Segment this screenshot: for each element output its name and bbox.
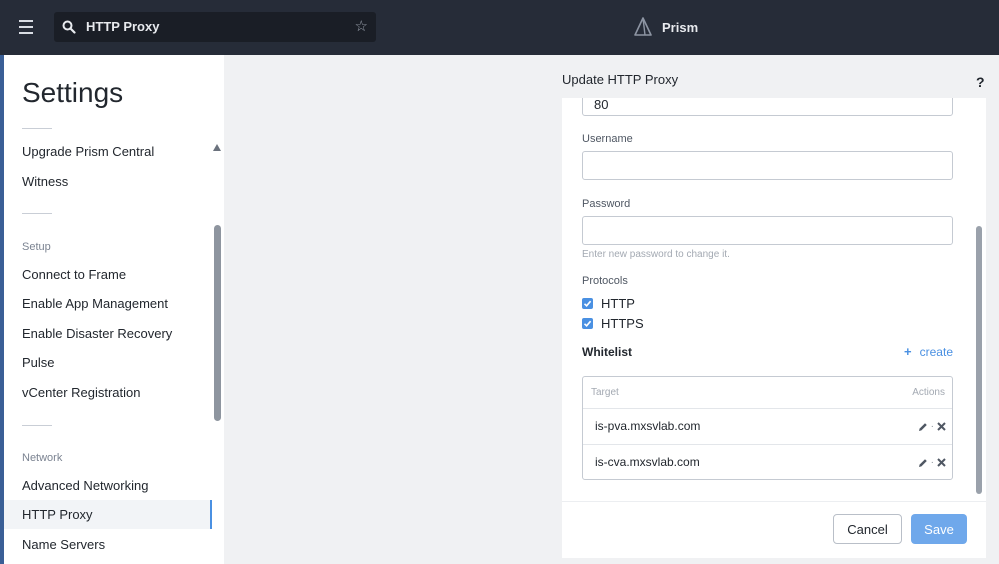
password-label: Password xyxy=(582,198,631,210)
search-bar[interactable]: HTTP Proxy ☆ xyxy=(54,12,376,42)
panel-title: Update HTTP Proxy xyxy=(562,72,679,87)
search-icon xyxy=(62,20,76,34)
row-actions: · xyxy=(918,421,946,432)
brand-name: Prism xyxy=(662,19,699,35)
protocol-https-checkbox[interactable]: HTTPS xyxy=(582,316,644,331)
prism-logo-icon xyxy=(634,17,652,36)
row-actions: · xyxy=(918,457,946,468)
section-heading-network: Network xyxy=(22,452,63,464)
table-row: is-cva.mxsvlab.com · xyxy=(583,444,952,480)
whitelist-target: is-pva.mxsvlab.com xyxy=(595,419,701,433)
scroll-up-arrow-icon[interactable] xyxy=(213,144,221,151)
help-icon[interactable]: ? xyxy=(976,74,985,90)
divider xyxy=(22,128,52,129)
sidebar-item-pulse[interactable]: Pulse xyxy=(22,355,55,370)
table-row: is-pva.mxsvlab.com · xyxy=(583,408,952,444)
edit-pencil-icon[interactable] xyxy=(918,458,928,468)
sidebar-item-advanced-networking[interactable]: Advanced Networking xyxy=(22,478,148,493)
protocol-https-label: HTTPS xyxy=(601,316,644,331)
hamburger-menu-icon[interactable] xyxy=(16,17,38,37)
sidebar-scrollbar[interactable] xyxy=(214,225,221,421)
sidebar-item-connect-to-frame[interactable]: Connect to Frame xyxy=(22,267,126,282)
update-http-proxy-panel: 80 Username Password Enter new password … xyxy=(562,98,986,558)
protocol-http-label: HTTP xyxy=(601,296,635,311)
footer-divider xyxy=(562,501,986,502)
sidebar-item-vcenter-registration[interactable]: vCenter Registration xyxy=(22,385,141,400)
star-icon[interactable]: ☆ xyxy=(355,19,368,34)
column-header-actions: Actions xyxy=(912,387,945,398)
panel-scrollbar[interactable] xyxy=(976,226,982,494)
password-field[interactable] xyxy=(582,216,953,245)
whitelist-title: Whitelist xyxy=(582,345,632,359)
username-field[interactable] xyxy=(582,151,953,180)
plus-icon: + xyxy=(904,344,912,359)
delete-x-icon[interactable] xyxy=(937,422,946,431)
sidebar-item-enable-app-management[interactable]: Enable App Management xyxy=(22,296,168,311)
create-label: create xyxy=(919,345,953,359)
username-label: Username xyxy=(582,133,633,145)
whitelist-target: is-cva.mxsvlab.com xyxy=(595,455,700,469)
separator: · xyxy=(930,457,934,468)
settings-sidebar: Settings Upgrade Prism Central Witness S… xyxy=(4,55,224,564)
divider xyxy=(22,425,52,426)
whitelist-table: Target Actions is-pva.mxsvlab.com · is-c… xyxy=(582,376,953,480)
port-value: 80 xyxy=(594,98,609,112)
section-heading-setup: Setup xyxy=(22,241,51,253)
delete-x-icon[interactable] xyxy=(937,458,946,467)
brand: Prism xyxy=(634,16,698,38)
protocol-http-checkbox[interactable]: HTTP xyxy=(582,296,635,311)
sidebar-item-upgrade-prism-central[interactable]: Upgrade Prism Central xyxy=(22,144,154,159)
sidebar-item-enable-disaster-recovery[interactable]: Enable Disaster Recovery xyxy=(22,326,172,341)
top-navigation-bar: HTTP Proxy ☆ Prism xyxy=(0,0,999,55)
save-button[interactable]: Save xyxy=(911,514,967,544)
search-input[interactable]: HTTP Proxy xyxy=(86,19,159,34)
page-title: Settings xyxy=(22,77,124,108)
edit-pencil-icon[interactable] xyxy=(918,422,928,432)
column-header-target: Target xyxy=(591,387,619,398)
port-field[interactable]: 80 xyxy=(582,98,953,116)
create-whitelist-button[interactable]: + create xyxy=(904,344,953,359)
sidebar-item-name-servers[interactable]: Name Servers xyxy=(22,537,105,552)
checkbox-checked-icon[interactable] xyxy=(582,318,593,329)
divider xyxy=(22,213,52,214)
sidebar-item-witness[interactable]: Witness xyxy=(22,174,68,189)
separator: · xyxy=(930,421,934,432)
protocols-label: Protocols xyxy=(582,275,628,287)
password-hint: Enter new password to change it. xyxy=(582,249,730,260)
sidebar-item-http-proxy[interactable]: HTTP Proxy xyxy=(22,507,93,522)
checkbox-checked-icon[interactable] xyxy=(582,298,593,309)
cancel-button[interactable]: Cancel xyxy=(833,514,902,544)
